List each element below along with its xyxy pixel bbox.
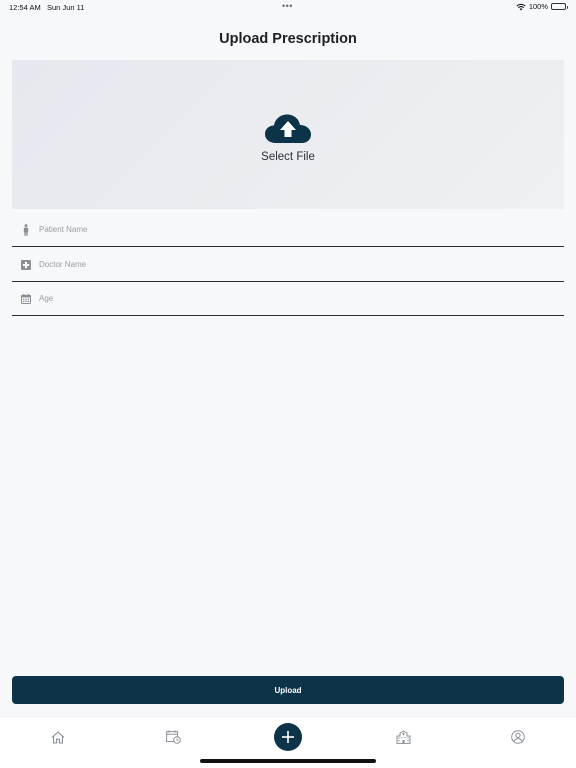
calendar-clock-icon [165, 730, 181, 744]
hospital-icon [396, 730, 410, 744]
battery-percent: 100% [528, 2, 548, 11]
doctor-name-field[interactable] [12, 248, 564, 282]
home-icon [51, 730, 65, 744]
age-field[interactable] [12, 282, 564, 316]
select-file-area[interactable]: Select File [12, 60, 564, 209]
calendar-icon [12, 293, 40, 304]
cloud-upload-icon [265, 114, 311, 143]
page-title: Upload Prescription [219, 31, 357, 47]
status-bar: 12:54 AM Sun Jun 11 ••• 100% [0, 0, 576, 14]
home-indicator[interactable] [200, 759, 376, 763]
patient-name-field[interactable] [12, 213, 564, 247]
person-icon [12, 223, 40, 236]
time-text: 12:54 AM [9, 3, 41, 12]
tab-hospitals[interactable] [390, 726, 416, 748]
tab-home[interactable] [45, 726, 71, 748]
patient-name-input[interactable] [39, 225, 539, 234]
tab-profile[interactable] [505, 726, 531, 748]
tab-add[interactable] [274, 723, 302, 751]
plus-icon [282, 731, 294, 743]
tab-appointments[interactable] [160, 726, 186, 748]
multitask-dots[interactable]: ••• [282, 1, 293, 11]
battery-icon [551, 3, 568, 10]
medical-cross-icon [12, 259, 40, 270]
age-input[interactable] [39, 294, 539, 303]
status-time: 12:54 AM Sun Jun 11 [9, 3, 84, 12]
status-right: 100% [516, 2, 568, 11]
select-file-label: Select File [261, 150, 315, 163]
doctor-name-input[interactable] [39, 260, 539, 269]
date-text: Sun Jun 11 [46, 3, 85, 12]
profile-icon [511, 730, 525, 744]
upload-button[interactable]: Upload [12, 676, 564, 704]
wifi-icon [516, 3, 526, 10]
